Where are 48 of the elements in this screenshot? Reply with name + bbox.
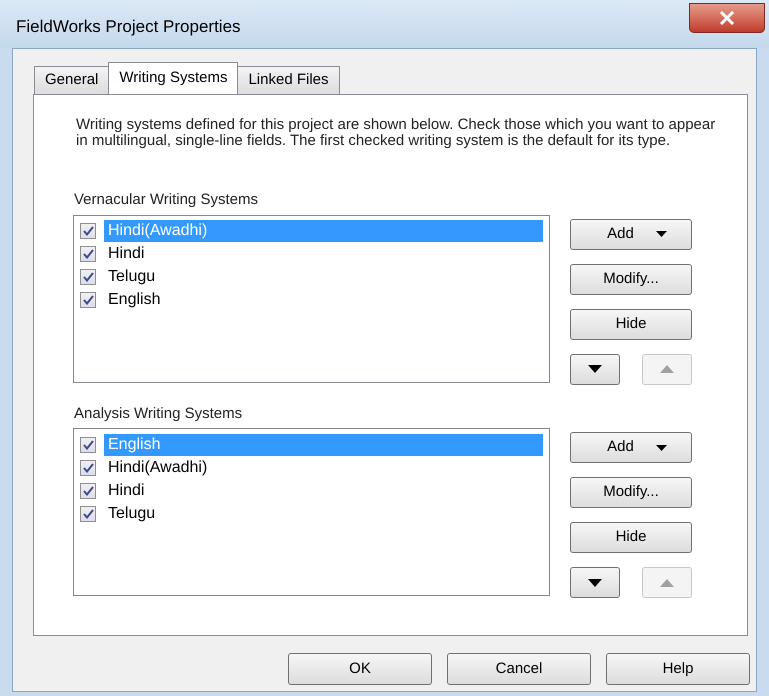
add-dropdown-button[interactable]: Add [570,218,692,250]
caret-icon [656,444,667,450]
checkmark-icon [82,295,94,305]
section-label: Analysis Writing Systems [74,404,244,424]
checkbox[interactable] [80,269,96,285]
triangle-up-icon [660,365,674,373]
checkmark-icon [82,272,94,282]
action-button[interactable]: Hide [570,308,692,340]
triangle-down-icon [588,578,602,586]
checkmark-icon [82,249,94,259]
checkbox[interactable] [80,460,96,476]
checkbox[interactable] [80,482,96,498]
window-title: FieldWorks Project Properties [16,16,241,38]
tab[interactable]: Linked Files [237,66,340,94]
checkbox[interactable] [80,223,96,239]
dialog-button[interactable]: Cancel [447,653,591,685]
checkbox[interactable] [80,292,96,308]
checkbox[interactable] [80,506,96,522]
action-button[interactable]: Hide [570,522,692,553]
checkmark-icon [82,440,94,450]
action-button[interactable]: Modify... [570,264,692,294]
tab[interactable]: General [34,66,110,94]
list-item[interactable]: Hindi(Awadhi) [104,456,543,478]
section-label: Vernacular Writing Systems [74,190,259,210]
caret-icon [656,231,667,237]
description-text: Writing systems defined for this project are shown below. Check those which you want to appear in multilingual, single-line fields. The first checked writing system is the default for its type. [76,117,716,149]
close-icon [719,11,735,25]
checkbox[interactable] [80,246,96,262]
list-item[interactable]: Telugu [104,502,543,524]
triangle-down-icon [588,365,602,373]
dialog-button[interactable]: Help [606,653,750,685]
dialog-button[interactable]: OK [288,653,432,685]
move-down-button[interactable] [570,567,620,598]
action-button[interactable]: Modify... [570,477,692,508]
checkmark-icon [82,508,94,518]
list-item[interactable]: English [104,289,543,311]
close-button[interactable] [689,3,765,33]
triangle-up-icon [660,578,674,586]
checkbox[interactable] [80,436,96,452]
list-item[interactable]: Hindi [104,243,543,265]
checkmark-icon [82,226,94,236]
checkmark-icon [82,486,94,496]
move-down-button[interactable] [570,354,620,384]
add-dropdown-button[interactable]: Add [570,432,692,463]
list-item[interactable]: Hindi [104,480,543,502]
list-item[interactable]: Telugu [104,266,543,288]
tab[interactable]: Writing Systems [108,62,238,94]
checkmark-icon [82,462,94,472]
